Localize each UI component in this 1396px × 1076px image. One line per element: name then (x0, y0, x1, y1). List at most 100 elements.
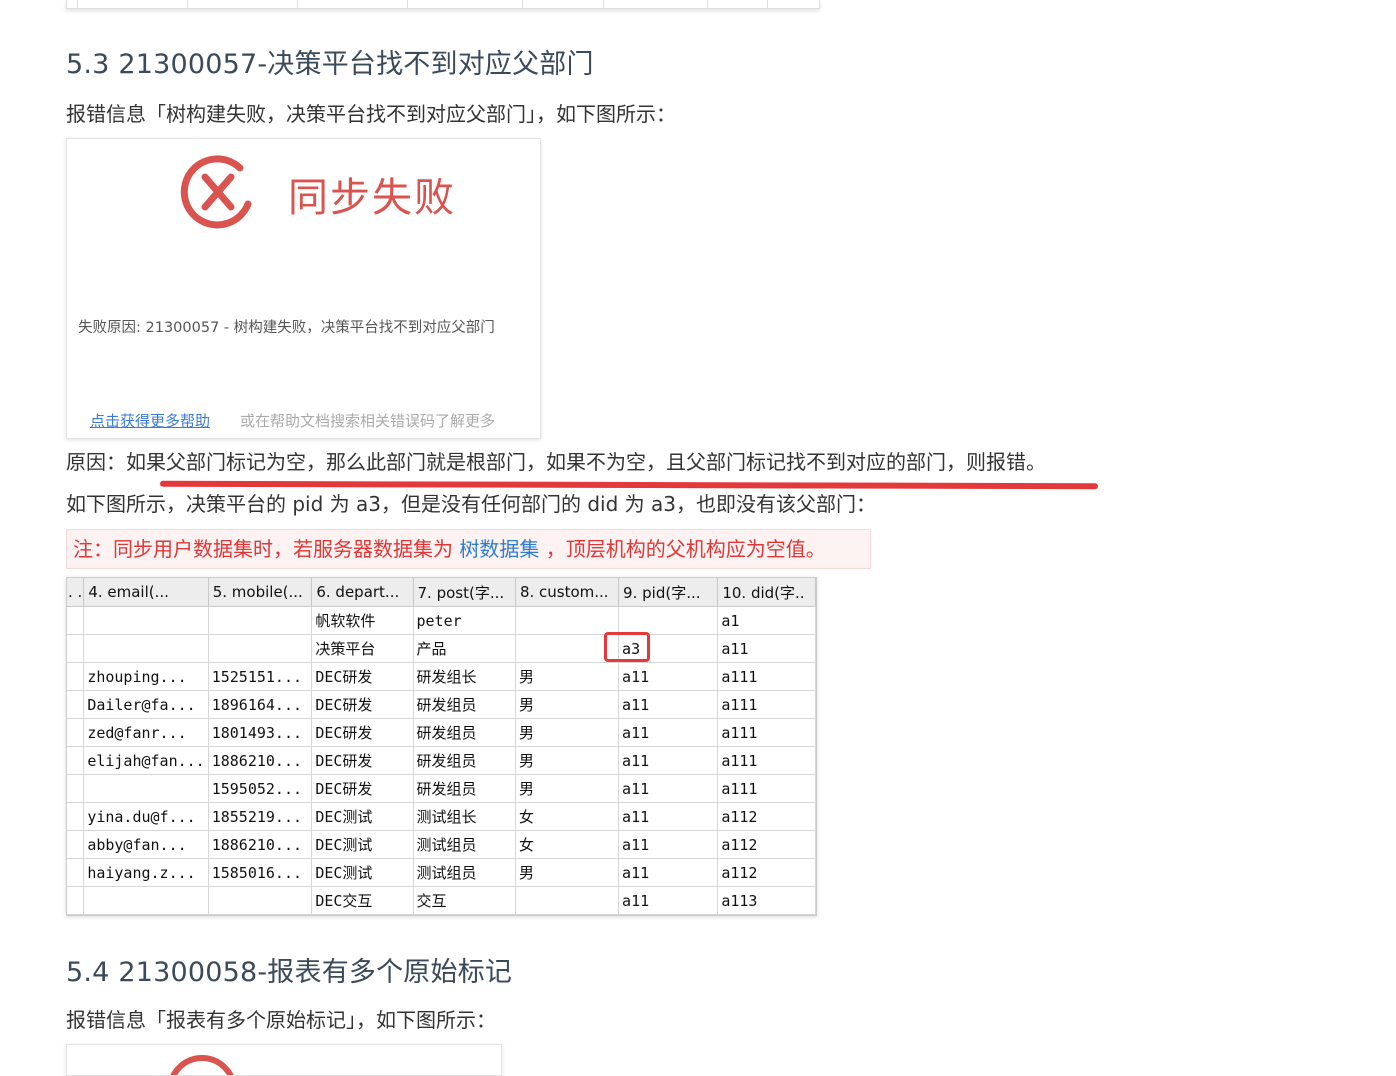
table-cell[interactable]: haiyang.z... (83, 858, 209, 887)
table-cell[interactable] (208, 634, 313, 663)
table-cell[interactable]: DEC研发 (311, 718, 414, 747)
table-cell[interactable] (67, 802, 85, 831)
table-row: zed@fanr... 1801493... DEC研发 研发组员男 a11 a111 (67, 718, 816, 747)
table-cell[interactable]: a11 (618, 802, 719, 831)
table-cell[interactable]: abby@fan... (83, 830, 209, 859)
table-cell[interactable]: 研发组长 (413, 662, 516, 691)
table-cell[interactable]: 产品 (413, 634, 516, 663)
table-cell[interactable]: a112 (717, 802, 816, 831)
table-cell[interactable]: 1855219... (208, 802, 313, 831)
help-link[interactable]: 点击获得更多帮助 (90, 410, 210, 431)
table-cell[interactable]: DEC测试 (311, 858, 414, 887)
table-cell[interactable]: 1896164... (208, 690, 313, 719)
table-cell[interactable] (67, 746, 85, 775)
table-cell[interactable]: DEC研发 (311, 774, 414, 803)
table-cell[interactable] (67, 718, 85, 747)
table-cell[interactable]: 男 (515, 690, 620, 719)
help-tip: 或在帮助文档搜索相关错误码了解更多 (240, 412, 496, 430)
table-cell[interactable]: 决策平台 (311, 634, 414, 663)
table-cell[interactable] (67, 774, 85, 803)
column-header[interactable]: 7. post(字... (413, 578, 516, 607)
table-cell[interactable]: 1595052... (208, 774, 313, 803)
table-cell[interactable]: DEC研发 (311, 746, 414, 775)
table-cell[interactable]: a113 (717, 886, 816, 915)
table-cell[interactable] (67, 634, 85, 663)
table-cell[interactable] (67, 830, 85, 859)
column-header[interactable]: 4. email(... (83, 578, 209, 607)
column-header[interactable]: 6. depart... (311, 578, 414, 607)
table-cell[interactable] (515, 606, 620, 635)
table-cell[interactable]: a11 (618, 662, 719, 691)
table-cell[interactable]: a111 (717, 774, 816, 803)
table-cell[interactable]: a111 (717, 662, 816, 691)
table-cell[interactable] (83, 774, 209, 803)
table-cell[interactable]: 男 (515, 774, 620, 803)
table-cell[interactable] (67, 858, 85, 887)
table-cell[interactable] (515, 886, 620, 915)
table-cell[interactable]: 交互 (413, 886, 516, 915)
table-cell[interactable] (618, 606, 719, 635)
table-cell[interactable]: 研发组员 (413, 774, 516, 803)
table-cell[interactable]: a112 (717, 830, 816, 859)
table-cell[interactable]: 研发组员 (413, 718, 516, 747)
table-cell[interactable]: 男 (515, 858, 620, 887)
column-header[interactable]: 10. did(字.. (717, 578, 816, 607)
table-cell[interactable]: DEC研发 (311, 690, 414, 719)
table-cell[interactable]: zed@fanr... (83, 718, 209, 747)
table-cell[interactable]: 男 (515, 718, 620, 747)
table-cell[interactable]: a111 (717, 718, 816, 747)
table-cell[interactable] (83, 634, 209, 663)
table-cell[interactable] (208, 606, 313, 635)
table-cell[interactable]: 研发组员 (413, 690, 516, 719)
table-cell[interactable]: a11 (717, 634, 816, 663)
table-cell[interactable]: Dailer@fa... (83, 690, 209, 719)
table-cell[interactable]: a111 (717, 746, 816, 775)
table-cell[interactable]: a11 (618, 858, 719, 887)
table-cell[interactable]: a11 (618, 746, 719, 775)
table-cell[interactable]: a11 (618, 718, 719, 747)
table-cell[interactable] (67, 606, 85, 635)
table-cell[interactable]: 1886210... (208, 830, 313, 859)
note-prefix: 注：同步用户数据集时，若服务器数据集为 (73, 537, 460, 561)
column-header[interactable]: 5. mobile(... (208, 578, 313, 607)
table-cell[interactable] (83, 886, 209, 915)
note-link-tree-dataset[interactable]: 树数据集 (459, 537, 539, 561)
table-cell[interactable]: yina.du@f... (83, 802, 209, 831)
table-cell[interactable]: peter (413, 606, 516, 635)
table-cell[interactable]: zhouping... (83, 662, 209, 691)
table-cell[interactable]: 测试组长 (413, 802, 516, 831)
table-cell[interactable] (67, 886, 85, 915)
table-cell[interactable]: a11 (618, 830, 719, 859)
table-cell[interactable]: 1801493... (208, 718, 313, 747)
table-cell[interactable]: 1886210... (208, 746, 313, 775)
table-cell[interactable] (67, 690, 85, 719)
column-header[interactable]: . . (67, 578, 85, 607)
department-data-table: . . 4. email(... 5. mobile(... 6. depart...… (66, 577, 817, 916)
table-cell[interactable]: a112 (717, 858, 816, 887)
table-cell[interactable] (83, 606, 209, 635)
table-cell[interactable]: 研发组员 (413, 746, 516, 775)
table-cell[interactable]: a1 (717, 606, 816, 635)
table-cell[interactable]: a11 (618, 886, 719, 915)
table-cell[interactable]: 女 (515, 802, 620, 831)
column-header[interactable]: 9. pid(字... (618, 578, 719, 607)
table-cell[interactable]: elijah@fan... (83, 746, 209, 775)
table-cell[interactable]: 男 (515, 746, 620, 775)
table-cell[interactable]: 帆软软件 (311, 606, 414, 635)
table-cell[interactable] (208, 886, 313, 915)
table-cell[interactable]: 男 (515, 662, 620, 691)
table-cell[interactable]: DEC研发 (311, 662, 414, 691)
table-cell[interactable]: 测试组员 (413, 830, 516, 859)
table-cell[interactable]: a11 (618, 690, 719, 719)
table-cell[interactable]: a11 (618, 774, 719, 803)
table-cell[interactable]: DEC测试 (311, 802, 414, 831)
table-cell[interactable] (67, 662, 85, 691)
table-cell[interactable]: 女 (515, 830, 620, 859)
table-cell[interactable]: DEC测试 (311, 830, 414, 859)
table-cell[interactable]: 1525151... (208, 662, 313, 691)
column-header[interactable]: 8. custom... (515, 578, 620, 607)
table-cell[interactable]: DEC交互 (311, 886, 414, 915)
table-cell[interactable]: 1585016... (208, 858, 313, 887)
table-cell[interactable]: 测试组员 (413, 858, 516, 887)
table-cell[interactable]: a111 (717, 690, 816, 719)
